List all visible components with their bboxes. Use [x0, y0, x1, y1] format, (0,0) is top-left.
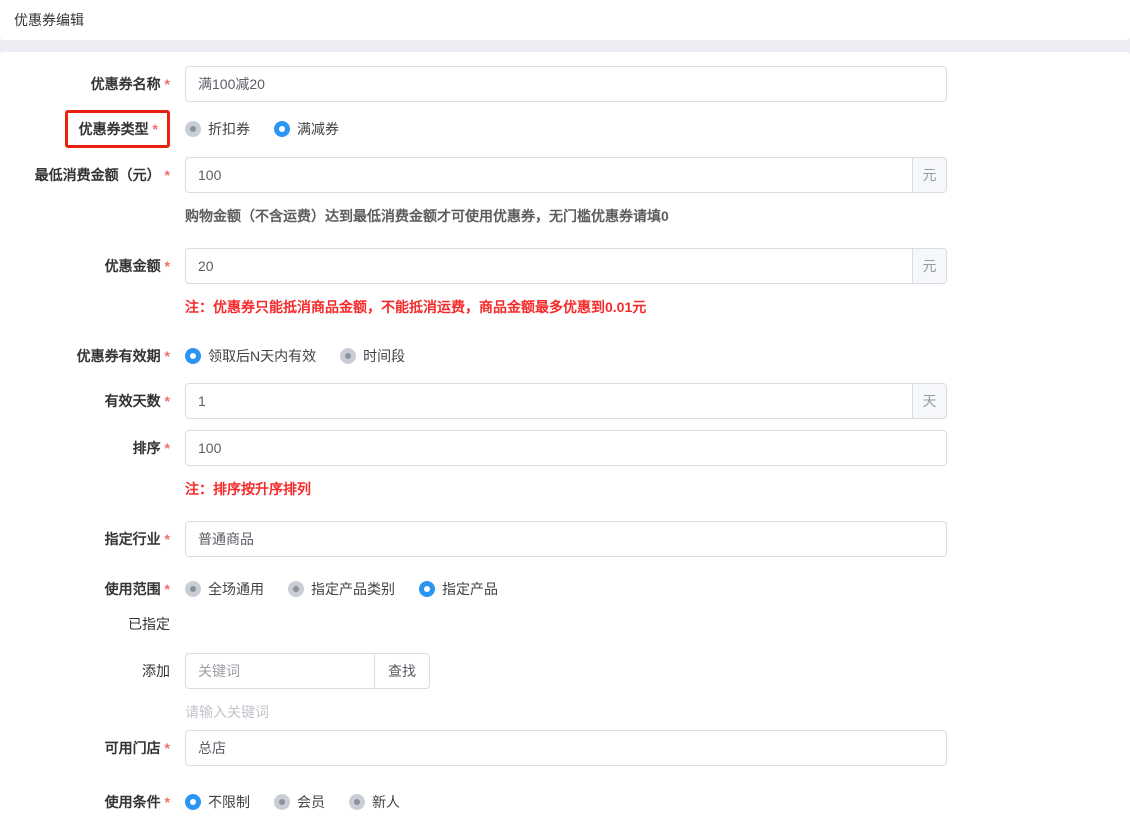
radio-label: 满减券 [297, 121, 339, 137]
field-sort-order: 排序 注：排序按升序排列 [0, 430, 1130, 498]
industry-input[interactable] [185, 521, 947, 557]
radio-icon [185, 121, 201, 137]
coupon-type-label: 优惠券类型 [79, 121, 158, 137]
radio-label: 全场通用 [208, 581, 264, 597]
search-button[interactable]: 查找 [375, 653, 430, 689]
field-add-keyword: 添加 查找 请输入关键词 [0, 653, 1130, 721]
coupon-name-input[interactable] [185, 66, 947, 102]
coupon-name-label: 优惠券名称 [91, 76, 170, 92]
unit-suffix-yuan: 元 [912, 249, 946, 283]
field-discount-amount: 优惠金额 元 注：优惠券只能抵消商品金额，不能抵消运费，商品金额最多优惠到0.0… [0, 248, 1130, 316]
assigned-label: 已指定 [128, 616, 170, 632]
radio-option-specified-category[interactable]: 指定产品类别 [288, 579, 395, 599]
radio-icon-checked [419, 581, 435, 597]
radio-label: 领取后N天内有效 [208, 348, 317, 364]
radio-option-discount-coupon[interactable]: 折扣券 [185, 119, 250, 139]
radio-option-newcomer[interactable]: 新人 [349, 792, 400, 812]
radio-label: 折扣券 [208, 121, 250, 137]
annotation-highlight-box: 优惠券类型 [64, 110, 170, 148]
field-valid-days: 有效天数 天 [0, 383, 1130, 419]
radio-icon [274, 794, 290, 810]
discount-amount-note: 注：优惠券只能抵消商品金额，不能抵消运费，商品金额最多优惠到0.01元 [185, 299, 647, 315]
keyword-search-input[interactable] [185, 653, 375, 689]
usage-scope-label: 使用范围 [105, 581, 170, 597]
available-store-label: 可用门店 [105, 740, 170, 756]
field-coupon-type: 优惠券类型 折扣券 满减券 [0, 110, 1130, 148]
field-assigned: 已指定 [0, 613, 1130, 635]
valid-days-label: 有效天数 [105, 393, 170, 409]
radio-icon [349, 794, 365, 810]
unit-suffix-day: 天 [912, 384, 946, 418]
radio-label: 不限制 [208, 794, 250, 810]
radio-option-member[interactable]: 会员 [274, 792, 325, 812]
radio-icon [185, 581, 201, 597]
radio-option-time-range[interactable]: 时间段 [340, 346, 405, 366]
radio-icon-checked [274, 121, 290, 137]
field-available-store: 可用门店 [0, 730, 1130, 766]
field-coupon-name: 优惠券名称 [0, 66, 1130, 102]
radio-option-specified-product[interactable]: 指定产品 [419, 579, 498, 599]
radio-label: 时间段 [363, 348, 406, 364]
discount-amount-label: 优惠金额 [105, 258, 170, 274]
sort-order-note: 注：排序按升序排列 [185, 481, 311, 497]
add-label: 添加 [142, 663, 170, 679]
field-min-spend: 最低消费金额（元） 元 购物金额（不含运费）达到最低消费金额才可使用优惠券，无门… [0, 157, 1130, 225]
discount-amount-input[interactable] [186, 249, 912, 283]
radio-option-valid-n-days-after-claim[interactable]: 领取后N天内有效 [185, 346, 316, 366]
page-title: 优惠券编辑 [14, 12, 84, 28]
keyword-hint-text: 请输入关键词 [185, 704, 269, 720]
industry-label: 指定行业 [105, 531, 170, 547]
radio-icon [340, 348, 357, 364]
available-store-input[interactable] [185, 730, 947, 766]
page-header: 优惠券编辑 [0, 0, 1130, 40]
unit-suffix-yuan: 元 [912, 158, 946, 192]
radio-option-no-limit[interactable]: 不限制 [185, 792, 250, 812]
radio-label: 指定产品类别 [311, 581, 395, 597]
radio-label: 会员 [297, 794, 325, 810]
radio-icon-checked [185, 348, 201, 364]
radio-label: 新人 [372, 794, 400, 810]
radio-option-all-products[interactable]: 全场通用 [185, 579, 264, 599]
min-spend-input[interactable] [186, 158, 912, 192]
min-spend-help-text: 购物金额（不含运费）达到最低消费金额才可使用优惠券，无门槛优惠券请填0 [185, 208, 669, 224]
radio-icon-checked [185, 794, 201, 810]
sort-order-input[interactable] [185, 430, 947, 466]
coupon-edit-form: 优惠券名称 优惠券类型 折扣券 满减券 最低消费金额（元） [0, 52, 1130, 820]
valid-days-input[interactable] [186, 384, 912, 418]
usage-condition-label: 使用条件 [105, 794, 170, 810]
radio-icon [288, 581, 304, 597]
field-industry: 指定行业 [0, 521, 1130, 557]
field-usage-condition: 使用条件 不限制 会员 新人 [0, 790, 1130, 814]
field-validity-type: 优惠券有效期 领取后N天内有效 时间段 [0, 344, 1130, 368]
radio-label: 指定产品 [442, 581, 498, 597]
field-usage-scope: 使用范围 全场通用 指定产品类别 指定产品 [0, 577, 1130, 601]
min-spend-label: 最低消费金额（元） [35, 167, 170, 183]
radio-option-full-reduction-coupon[interactable]: 满减券 [274, 119, 339, 139]
sort-order-label: 排序 [133, 440, 170, 456]
validity-type-label: 优惠券有效期 [77, 348, 170, 364]
